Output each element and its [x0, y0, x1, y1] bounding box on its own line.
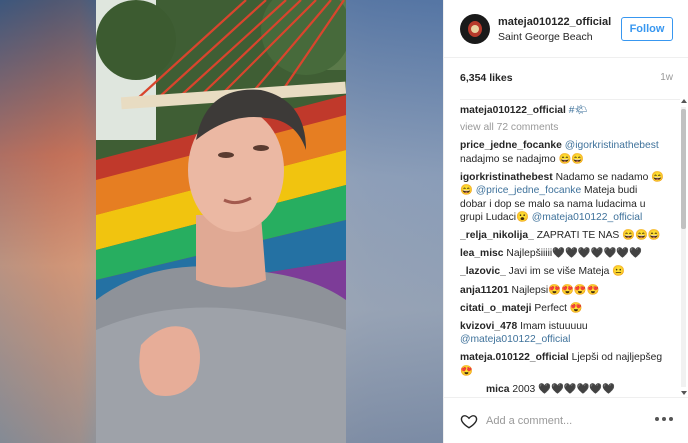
more-dot: [669, 417, 673, 421]
comment-mention[interactable]: @price_jedne_focanke: [476, 185, 581, 196]
comment-item: lea_misc Najlepšiiiii🖤🖤🖤🖤🖤🖤🖤: [460, 247, 666, 261]
comment-mention[interactable]: @igorkristinathebest: [565, 140, 659, 151]
comment-text: ZAPRATI TE NAS 😄😄😄: [536, 230, 661, 242]
post-photo[interactable]: [96, 0, 346, 443]
comment-text: Perfect 😍: [534, 302, 583, 314]
comment-text: Imam istuuuuu: [520, 320, 588, 332]
photo-illustration: [96, 0, 346, 443]
comment-item: _relja_nikolija_ ZAPRATI TE NAS 😄😄😄: [460, 229, 666, 243]
caption-hashtag[interactable]: #🌤: [569, 105, 588, 116]
media-blur-right: [346, 0, 443, 443]
comment-mention[interactable]: @mateja010122_official: [460, 334, 570, 345]
scroll-down-arrow-icon[interactable]: [681, 391, 687, 395]
comment-username[interactable]: anja11201: [460, 285, 509, 296]
comment-item: mica 2003 🖤🖤🖤🖤🖤🖤: [460, 383, 666, 395]
post-username[interactable]: mateja010122_official: [498, 16, 611, 28]
post-location[interactable]: Saint George Beach: [498, 31, 593, 43]
comment-username[interactable]: _relja_nikolija_: [460, 230, 534, 241]
media-panel: [0, 0, 443, 443]
comments-list: mateja010122_official #🌤 view all 72 com…: [460, 99, 680, 395]
view-all-comments-link[interactable]: view all 72 comments: [460, 122, 680, 133]
comment-item: anja11201 Najlepsi😍😍😍😍: [460, 284, 666, 298]
comment-username[interactable]: _lazovic_: [460, 266, 506, 277]
comment-text: 2003 🖤🖤🖤🖤🖤🖤: [512, 383, 616, 395]
post-footer: [444, 397, 688, 443]
comment-text: Najlepšiiiii🖤🖤🖤🖤🖤🖤🖤: [506, 248, 642, 260]
comment-mention[interactable]: @mateja010122_official: [532, 212, 642, 223]
more-options-icon[interactable]: [655, 417, 675, 423]
scroll-up-arrow-icon[interactable]: [681, 99, 687, 103]
more-dot: [662, 417, 666, 421]
likes-row: 6,354 likes 1w: [460, 72, 673, 88]
comments-scrollbar[interactable]: [680, 99, 687, 395]
comment-username[interactable]: mica: [486, 384, 509, 395]
avatar[interactable]: [460, 14, 490, 44]
more-dot: [655, 417, 659, 421]
comment-text: Najlepsi😍😍😍😍: [511, 284, 600, 296]
post-age[interactable]: 1w: [660, 72, 673, 83]
scrollbar-thumb[interactable]: [681, 109, 686, 229]
comment-username[interactable]: igorkristinathebest: [460, 172, 553, 183]
comment-text: nadajmo se nadajmo 😄😄: [460, 153, 585, 165]
comment-username[interactable]: kvizovi_478: [460, 321, 517, 332]
add-comment-input[interactable]: [486, 412, 636, 430]
follow-button[interactable]: Follow: [621, 17, 673, 41]
post-sidebar: mateja010122_official Saint George Beach…: [443, 0, 688, 443]
avatar-face: [471, 25, 479, 33]
caption-username[interactable]: mateja010122_official: [460, 105, 566, 116]
likes-count[interactable]: 6,354 likes: [460, 72, 513, 84]
heart-outline-icon[interactable]: [460, 412, 478, 430]
comment-item: citati_o_mateji Perfect 😍: [460, 302, 666, 316]
comment-username[interactable]: lea_misc: [460, 248, 504, 259]
comment-item: mateja.010122_official Ljepši od najljep…: [460, 351, 666, 378]
comment-username[interactable]: price_jedne_focanke: [460, 140, 562, 151]
comment-item: price_jedne_focanke @igorkristinathebest…: [460, 139, 666, 166]
caption: mateja010122_official #🌤: [460, 104, 666, 118]
comment-username[interactable]: citati_o_mateji: [460, 303, 532, 314]
comment-item: _lazovic_ Javi im se više Mateja 😐: [460, 265, 666, 279]
comment-item: igorkristinathebest Nadamo se nadamo 😄😄 …: [460, 171, 666, 225]
post-header: mateja010122_official Saint George Beach…: [444, 0, 688, 58]
media-blur-left: [0, 0, 96, 443]
comment-item: kvizovi_478 Imam istuuuuu @mateja010122_…: [460, 320, 666, 347]
comment-text: Javi im se više Mateja 😐: [508, 266, 626, 278]
comment-username[interactable]: mateja.010122_official: [460, 352, 569, 363]
